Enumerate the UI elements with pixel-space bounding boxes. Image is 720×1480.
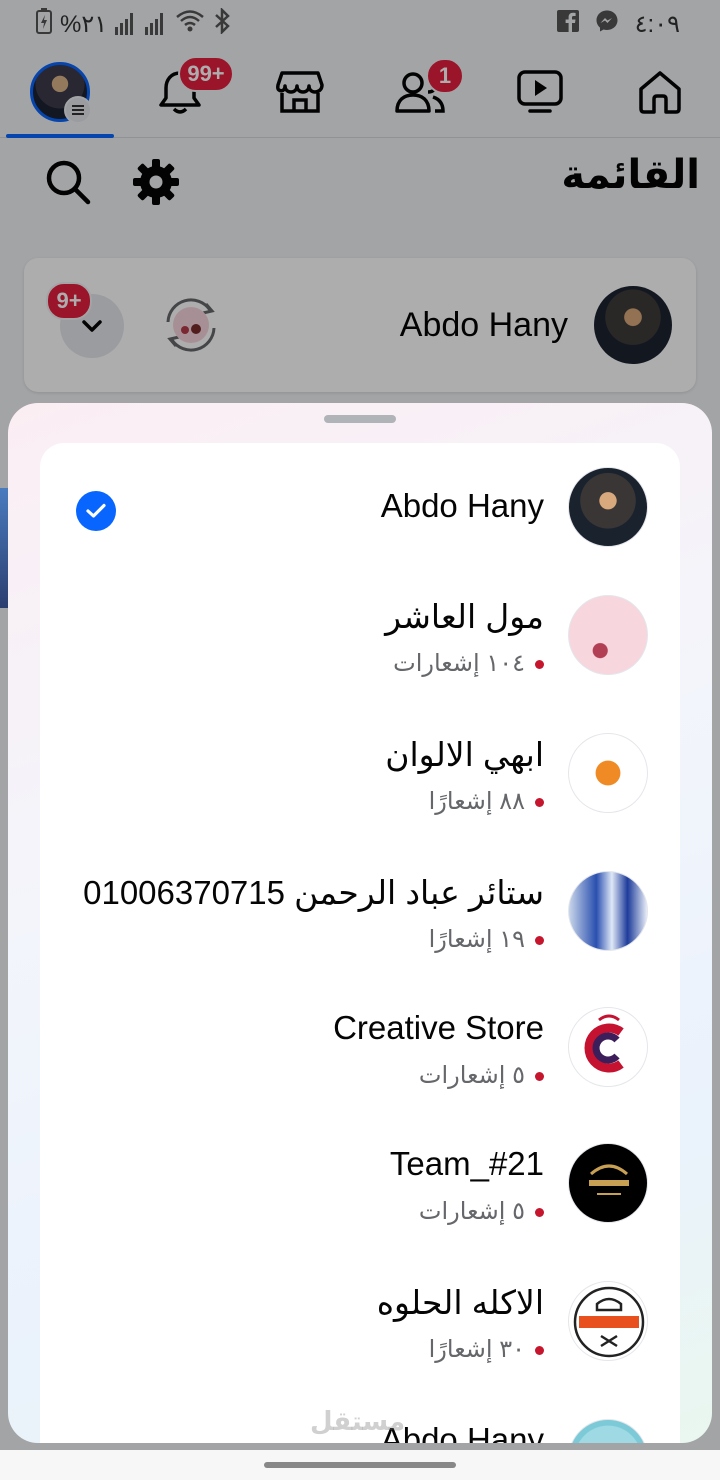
account-row[interactable]: الاكله الحلوه ٣٠ إشعارًا — [40, 1261, 680, 1397]
notification-count: ٣٠ إشعارًا — [429, 1335, 544, 1364]
account-name: Abdo Hany — [380, 487, 544, 524]
gesture-bar-area — [0, 1450, 720, 1480]
account-avatar — [568, 467, 648, 547]
account-row[interactable]: مول العاشر ١٠٤ إشعارات — [40, 579, 680, 715]
account-avatar — [568, 871, 648, 951]
account-row[interactable]: Creative Store ٥ إشعارات — [40, 989, 680, 1125]
account-switcher-sheet: Abdo Hany مول العاشر ١٠٤ إشعارات ابهي ال… — [8, 403, 712, 1443]
account-avatar — [568, 1281, 648, 1361]
account-name: الاكله الحلوه — [376, 1284, 544, 1321]
account-name: ابهي الالوان — [385, 736, 544, 773]
drag-handle[interactable] — [324, 415, 396, 423]
account-name: Abdo Hany — [380, 1421, 544, 1443]
account-row[interactable]: ستائر عباد الرحمن 01006370715 ١٩ إشعارًا — [40, 853, 680, 989]
account-name: ستائر عباد الرحمن 01006370715 — [83, 874, 544, 911]
account-avatar — [568, 733, 648, 813]
account-row[interactable]: Abdo Hany — [40, 443, 680, 579]
account-avatar — [568, 1007, 648, 1087]
account-name: Team_#21 — [389, 1145, 544, 1182]
account-avatar — [568, 595, 648, 675]
account-name: Creative Store — [333, 1009, 544, 1046]
watermark: مستقل — [310, 1406, 406, 1436]
account-row[interactable]: ابهي الالوان ٨٨ إشعارًا — [40, 717, 680, 853]
notification-count: ٥ إشعارات — [419, 1061, 544, 1090]
notification-count: ١٩ إشعارًا — [429, 925, 544, 954]
notification-count: ١٠٤ إشعارات — [393, 649, 544, 678]
account-avatar — [568, 1419, 648, 1443]
notification-count: ٨٨ إشعارًا — [429, 787, 544, 816]
account-avatar — [568, 1143, 648, 1223]
background-peek — [0, 488, 8, 608]
notification-count: ٥ إشعارات — [419, 1197, 544, 1226]
account-list: Abdo Hany مول العاشر ١٠٤ إشعارات ابهي ال… — [40, 443, 680, 1443]
home-indicator[interactable] — [264, 1462, 456, 1468]
account-row[interactable]: Team_#21 ٥ إشعارات — [40, 1125, 680, 1261]
account-name: مول العاشر — [385, 598, 544, 635]
selected-check-icon — [76, 491, 116, 531]
